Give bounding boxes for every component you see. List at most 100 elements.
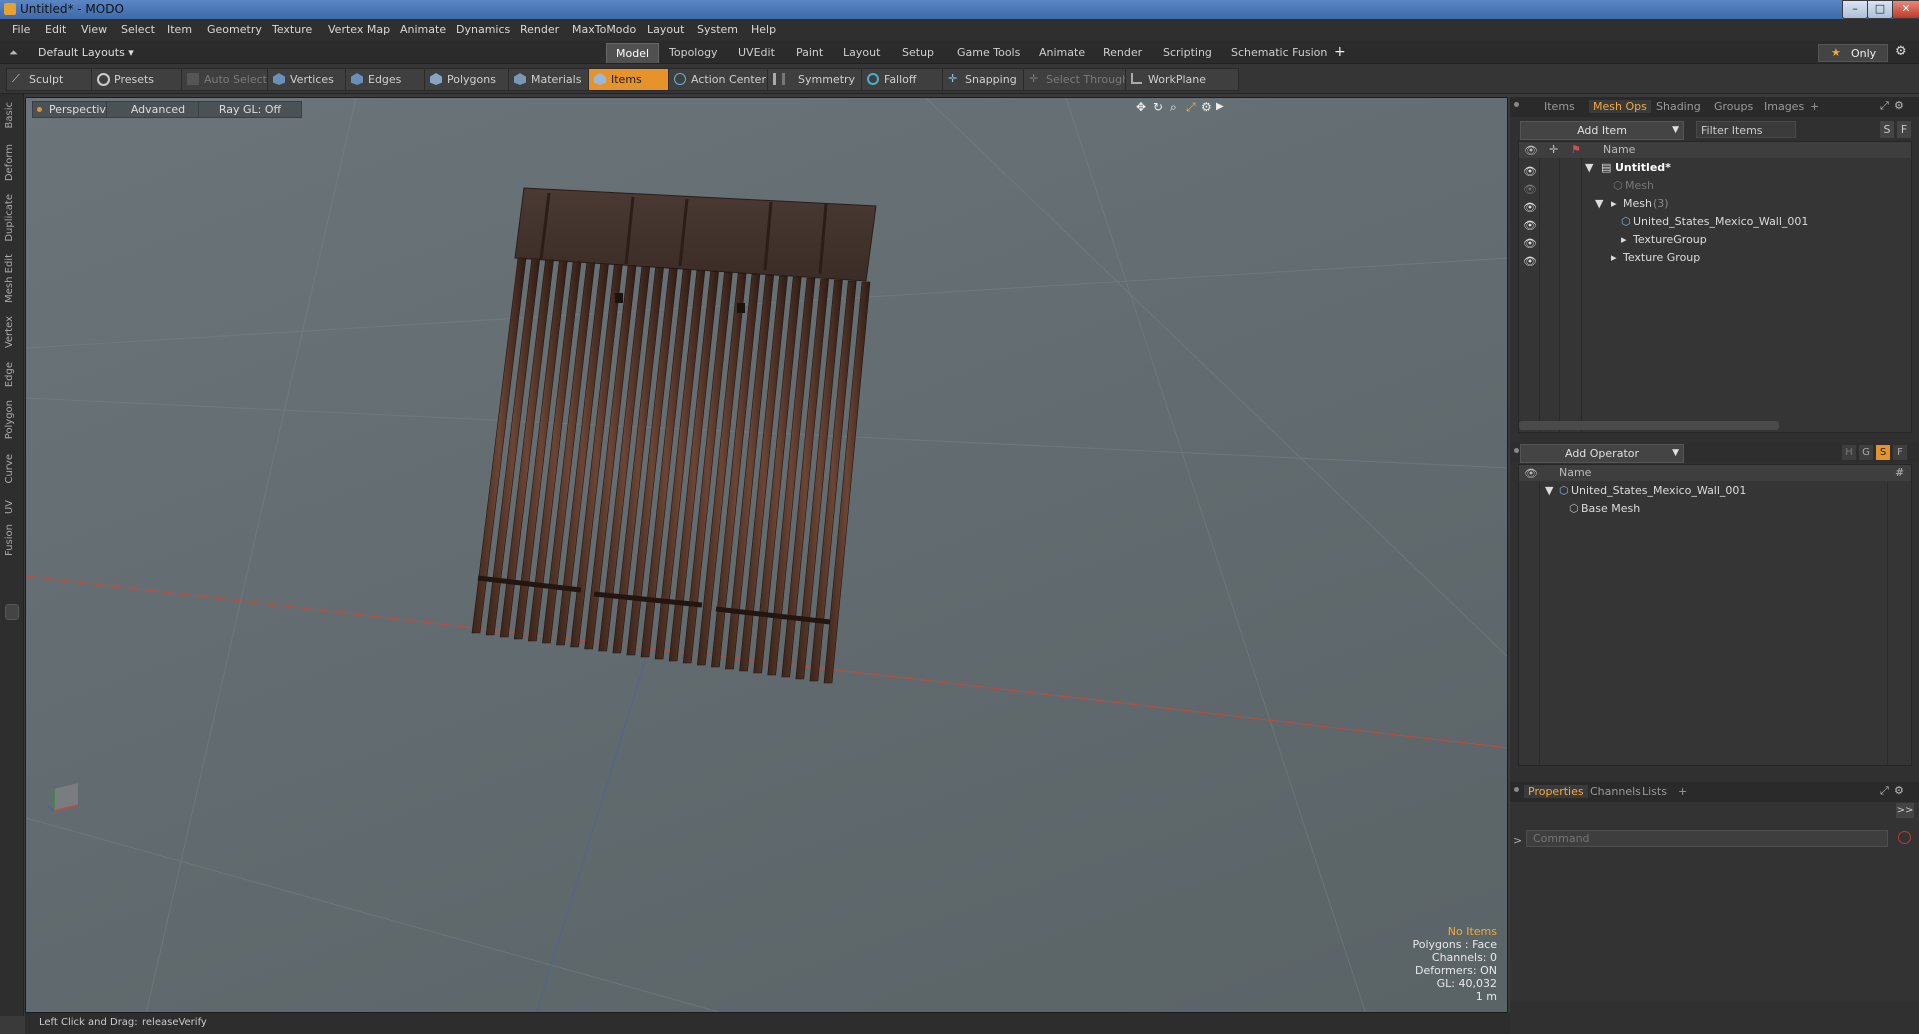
tab-polygon[interactable]: Polygon <box>4 400 15 439</box>
tree-row-texturegroup[interactable]: 👁 ▸ TextureGroup <box>1519 231 1911 250</box>
eye-icon[interactable]: 👁 <box>1523 253 1537 268</box>
filter-f-button[interactable]: F <box>1897 121 1911 138</box>
menu-maxtomodo[interactable]: MaxToModo <box>572 23 636 36</box>
filter-s-button[interactable]: S <box>1880 121 1894 138</box>
layout-collapse-icon[interactable]: ⏶ <box>9 46 18 60</box>
tab-groups[interactable]: Groups <box>1714 100 1753 113</box>
tab-vertex[interactable]: Vertex <box>4 316 15 348</box>
meshops-f-button[interactable]: F <box>1893 445 1907 460</box>
tree-row-mesh-group[interactable]: 👁 ▼ ▸ Mesh (3) <box>1519 195 1911 214</box>
tree-row-wall-mesh[interactable]: 👁 ⬡ United_States_Mexico_Wall_001 <box>1519 213 1911 232</box>
eye-icon[interactable]: 👁 <box>1523 199 1537 214</box>
menu-dynamics[interactable]: Dynamics <box>456 23 510 36</box>
zoom-view-icon[interactable]: ⌕ <box>1170 100 1177 115</box>
view-menu-arrow-icon[interactable]: ▶ <box>1216 101 1224 112</box>
advanced-shading-button[interactable]: Advanced <box>106 101 210 118</box>
eye-icon[interactable]: 👁 <box>1523 163 1537 178</box>
toolbox-toggle[interactable] <box>5 604 19 620</box>
expand-arrow-icon[interactable]: ▼ <box>1545 482 1553 500</box>
menu-render[interactable]: Render <box>520 23 559 36</box>
tab-lists[interactable]: Lists <box>1642 785 1667 798</box>
workplane-button[interactable]: WorkPlane <box>1125 68 1239 91</box>
tab-game-tools[interactable]: Game Tools <box>948 43 1029 62</box>
maximize-button[interactable]: □ <box>1867 0 1893 19</box>
only-toggle[interactable]: ★ Only <box>1818 44 1888 62</box>
horizontal-scrollbar[interactable] <box>1519 421 1779 430</box>
tab-shading[interactable]: Shading <box>1656 100 1701 113</box>
tab-curve[interactable]: Curve <box>4 454 15 484</box>
menu-layout[interactable]: Layout <box>647 23 684 36</box>
tab-uvedit[interactable]: UVEdit <box>729 43 784 62</box>
tab-mesh-edit[interactable]: Mesh Edit <box>4 254 15 303</box>
tab-scripting[interactable]: Scripting <box>1154 43 1221 62</box>
add-panel-tab-button[interactable]: + <box>1678 785 1687 798</box>
filter-items-input[interactable]: Filter Items <box>1696 121 1796 138</box>
menu-system[interactable]: System <box>697 23 738 36</box>
tab-model[interactable]: Model <box>606 43 660 63</box>
tab-properties[interactable]: Properties <box>1524 785 1588 798</box>
fit-view-icon[interactable]: ⤢ <box>1186 100 1196 115</box>
menu-animate[interactable]: Animate <box>400 23 446 36</box>
menu-edit[interactable]: Edit <box>45 23 66 36</box>
menu-geometry[interactable]: Geometry <box>207 23 262 36</box>
expand-command-button[interactable]: >> <box>1896 803 1914 818</box>
expand-panel-icon[interactable]: ⤢ <box>1880 99 1889 113</box>
menu-vertex-map[interactable]: Vertex Map <box>328 23 390 36</box>
minimize-button[interactable]: – <box>1842 0 1868 19</box>
raygl-toggle[interactable]: Ray GL: Off <box>198 101 302 118</box>
tab-fusion[interactable]: Fusion <box>4 524 15 556</box>
command-stop-icon[interactable] <box>1898 831 1911 844</box>
add-operator-dropdown[interactable]: Add Operator ▼ <box>1520 444 1684 463</box>
add-item-dropdown[interactable]: Add Item ▼ <box>1520 121 1684 140</box>
tab-duplicate[interactable]: Duplicate <box>4 194 15 242</box>
tree-row-scene[interactable]: 👁 ▼ ▤ Untitled* <box>1519 159 1911 178</box>
default-layouts-menu[interactable]: Default Layouts ▾ <box>38 46 134 59</box>
menu-select[interactable]: Select <box>121 23 155 36</box>
tab-topology[interactable]: Topology <box>660 43 727 62</box>
view-settings-icon[interactable]: ⚙ <box>1201 100 1212 114</box>
expand-arrow-icon[interactable]: ▼ <box>1595 195 1603 213</box>
eye-icon[interactable]: 👁 <box>1523 181 1537 196</box>
meshops-s-button[interactable]: S <box>1876 445 1890 460</box>
expand-panel-icon[interactable]: ⤢ <box>1880 784 1889 798</box>
tab-basic[interactable]: Basic <box>4 102 15 128</box>
command-prompt-icon: > <box>1513 834 1523 847</box>
tab-setup[interactable]: Setup <box>893 43 943 62</box>
tab-deform[interactable]: Deform <box>4 144 15 181</box>
eye-icon[interactable]: 👁 <box>1523 217 1537 232</box>
3d-viewport[interactable]: Perspective Advanced Ray GL: Off ✥ ↻ ⌕ ⤢… <box>25 97 1508 1013</box>
rotate-view-icon[interactable]: ↻ <box>1153 100 1163 114</box>
close-button[interactable]: ✕ <box>1892 0 1919 19</box>
panel-settings-icon[interactable]: ⚙ <box>1894 99 1904 112</box>
tab-schematic-fusion[interactable]: Schematic Fusion <box>1222 43 1336 62</box>
menu-texture[interactable]: Texture <box>272 23 312 36</box>
tab-channels[interactable]: Channels <box>1590 785 1641 798</box>
tab-items[interactable]: Items <box>1544 100 1575 113</box>
menu-item[interactable]: Item <box>167 23 192 36</box>
tree-row-texture-group[interactable]: 👁 ▸ Texture Group <box>1519 249 1911 268</box>
tab-layout[interactable]: Layout <box>834 43 889 62</box>
tab-render[interactable]: Render <box>1094 43 1151 62</box>
menu-file[interactable]: File <box>12 23 30 36</box>
tree-row-mesh-ghost[interactable]: 👁 ⬡ Mesh <box>1519 177 1911 196</box>
move-view-icon[interactable]: ✥ <box>1136 100 1146 114</box>
tab-paint[interactable]: Paint <box>787 43 832 62</box>
tab-edge[interactable]: Edge <box>4 362 15 387</box>
gear-icon[interactable]: ⚙ <box>1895 44 1907 59</box>
add-panel-tab-button[interactable]: + <box>1810 100 1819 113</box>
panel-settings-icon[interactable]: ⚙ <box>1894 784 1904 797</box>
command-input[interactable] <box>1526 830 1888 847</box>
meshops-row-wall[interactable]: ▼ ⬡ United_States_Mexico_Wall_001 <box>1519 482 1911 500</box>
tab-animate[interactable]: Animate <box>1030 43 1094 62</box>
meshops-row-base-mesh[interactable]: ⬡ Base Mesh <box>1519 500 1911 518</box>
tab-mesh-ops[interactable]: Mesh Ops <box>1589 100 1651 113</box>
meshops-h-button[interactable]: H <box>1842 445 1856 460</box>
tab-images[interactable]: Images <box>1764 100 1804 113</box>
menu-help[interactable]: Help <box>751 23 776 36</box>
tab-uv[interactable]: UV <box>4 500 15 514</box>
expand-arrow-icon[interactable]: ▼ <box>1585 159 1593 177</box>
menu-view[interactable]: View <box>81 23 107 36</box>
eye-icon[interactable]: 👁 <box>1523 235 1537 250</box>
add-tab-button[interactable]: + <box>1334 44 1346 60</box>
meshops-g-button[interactable]: G <box>1859 445 1873 460</box>
